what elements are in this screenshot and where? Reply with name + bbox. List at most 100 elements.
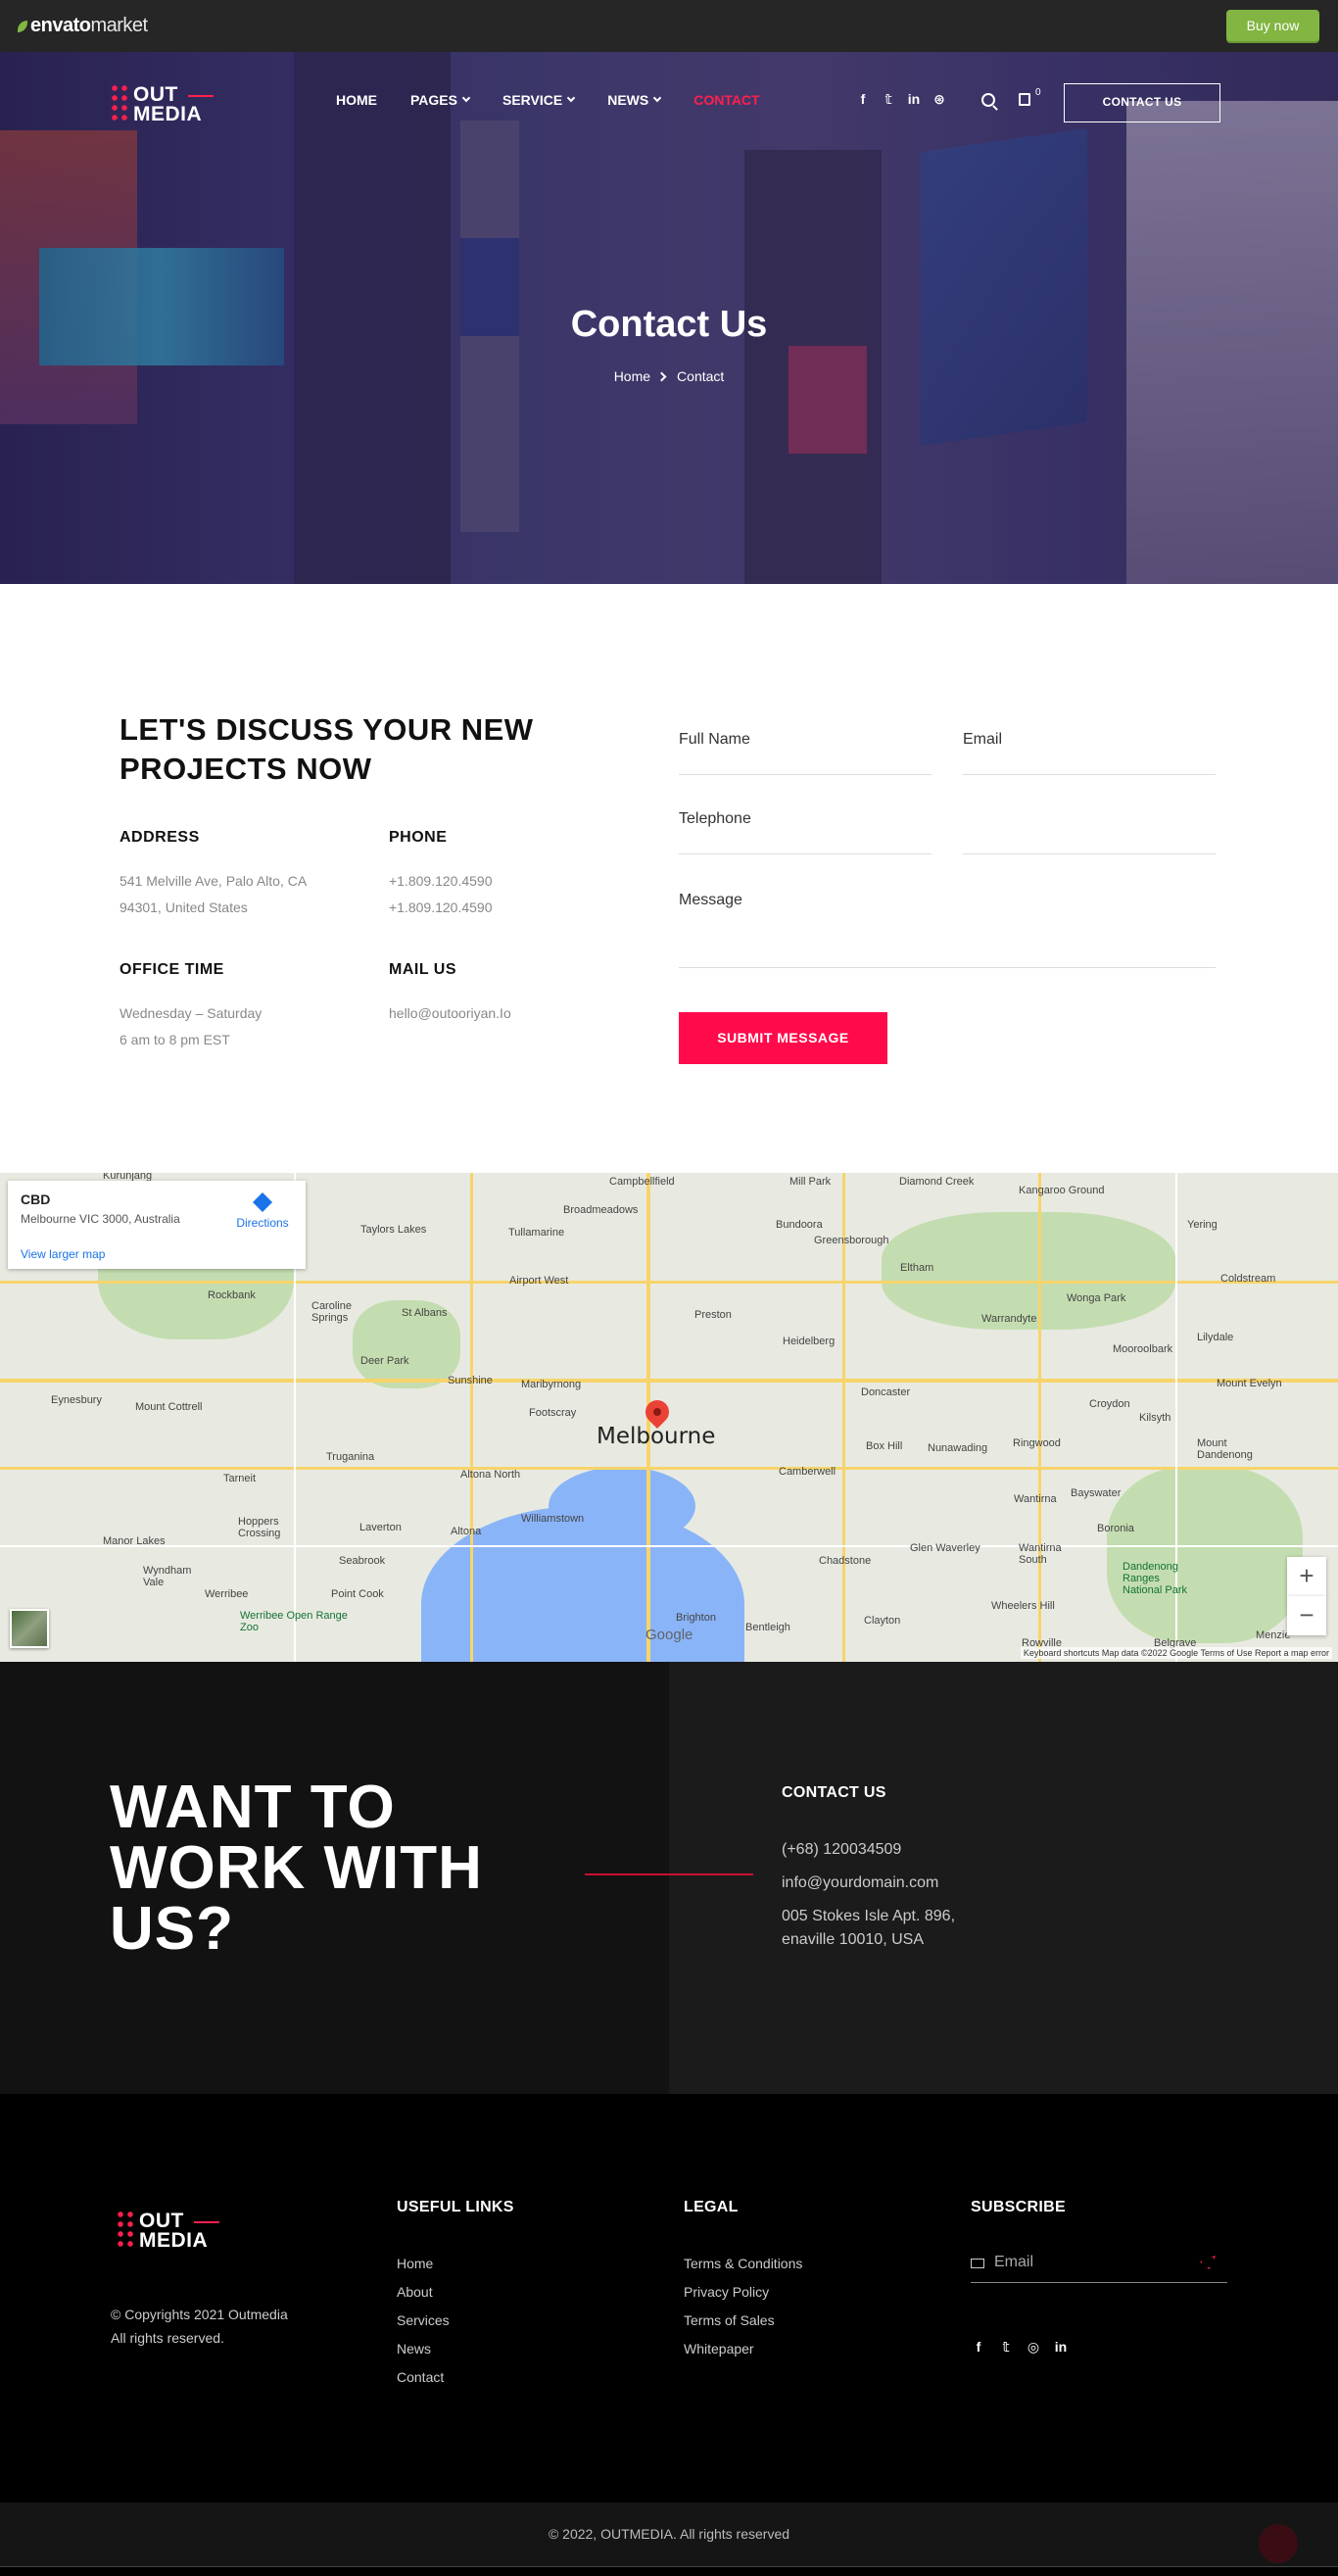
- map-label: Croydon: [1089, 1398, 1130, 1410]
- map-label: Broadmeadows: [563, 1204, 639, 1216]
- footer-link-home[interactable]: Home: [397, 2250, 514, 2278]
- footer-link-terms[interactable]: Terms & Conditions: [684, 2250, 802, 2278]
- footer: OUT MEDIA © Copyrights 2021 Outmedia All…: [0, 2094, 1338, 2503]
- fullname-field[interactable]: Full Name: [679, 731, 932, 775]
- nav-service[interactable]: SERVICE: [502, 92, 576, 108]
- map-label: Mount Evelyn: [1217, 1378, 1282, 1389]
- google-logo: Google: [645, 1627, 693, 1643]
- copyright-line1: © Copyrights 2021 Outmedia: [111, 2307, 288, 2322]
- map-attribution[interactable]: Keyboard shortcuts Map data ©2022 Google…: [1020, 1647, 1332, 1659]
- scroll-top-button[interactable]: [1259, 2524, 1298, 2563]
- breadcrumb: Home Contact: [0, 368, 1338, 384]
- map-label: Hoppers Crossing: [238, 1516, 281, 1539]
- facebook-icon[interactable]: f: [855, 91, 871, 108]
- telephone-field[interactable]: Telephone: [679, 810, 932, 854]
- breadcrumb-current: Contact: [677, 368, 725, 384]
- cta-email[interactable]: info@yourdomain.com: [782, 1871, 938, 1895]
- cta-contact-title: CONTACT US: [782, 1784, 886, 1801]
- nav-label: CONTACT: [693, 92, 760, 108]
- nav-home[interactable]: HOME: [336, 92, 377, 108]
- linkedin-icon[interactable]: in: [906, 91, 922, 108]
- subscribe-title: SUBSCRIBE: [971, 2199, 1066, 2215]
- map-label: Lilydale: [1197, 1332, 1234, 1343]
- office-block: OFFICE TIME Wednesday – Saturday 6 am to…: [119, 961, 355, 1053]
- map-road: [0, 1379, 1338, 1383]
- submit-button[interactable]: SUBMIT MESSAGE: [679, 1012, 887, 1064]
- address-title: ADDRESS: [119, 829, 200, 846]
- facebook-icon[interactable]: f: [971, 2339, 986, 2356]
- address-line2: 94301, United States: [119, 899, 248, 915]
- footer-link-news[interactable]: News: [397, 2335, 514, 2363]
- map-label: Diamond Creek: [899, 1176, 975, 1188]
- subscribe-block: SUBSCRIBE: [971, 2199, 1066, 2250]
- nav-contact[interactable]: CONTACT: [693, 92, 759, 108]
- cta-phone[interactable]: (+68) 120034509: [782, 1838, 901, 1862]
- satellite-toggle[interactable]: [10, 1609, 49, 1648]
- map-label: Kangaroo Ground: [1019, 1185, 1105, 1196]
- map-road: [0, 1545, 1338, 1547]
- logo-line2: MEDIA: [133, 103, 203, 125]
- map-road: [0, 1467, 1338, 1470]
- envato-logo[interactable]: envatomarket: [18, 15, 148, 37]
- nav-pages[interactable]: PAGES: [410, 92, 471, 108]
- place-address: Melbourne VIC 3000, Australia: [21, 1212, 180, 1226]
- footer-link-sales[interactable]: Terms of Sales: [684, 2307, 802, 2335]
- dribbble-icon[interactable]: ⊛: [932, 91, 947, 108]
- subscribe-email-input[interactable]: Email: [971, 2252, 1227, 2283]
- phone-line1: +1.809.120.4590: [389, 873, 493, 889]
- view-larger-map-link[interactable]: View larger map: [21, 1247, 105, 1261]
- map-label: Nunawading: [928, 1442, 988, 1454]
- office-line2: 6 am to 8 pm EST: [119, 1032, 230, 1047]
- logo-line1: OUT: [139, 2210, 184, 2232]
- map-label: Altona North: [460, 1469, 521, 1481]
- map-label: Yering: [1187, 1219, 1218, 1231]
- extra-field[interactable]: [963, 810, 1216, 854]
- nav-label: PAGES: [410, 92, 457, 108]
- map-label: Ringwood: [1013, 1437, 1061, 1449]
- map-label: Footscray: [529, 1407, 577, 1419]
- useful-links: USEFUL LINKS Home About Services News Co…: [397, 2199, 514, 2392]
- twitter-icon[interactable]: 𝕥: [998, 2339, 1014, 2356]
- cart-icon[interactable]: [1019, 93, 1030, 106]
- twitter-icon[interactable]: 𝕥: [881, 91, 896, 108]
- address-block: ADDRESS 541 Melville Ave, Palo Alto, CA …: [119, 829, 355, 921]
- cta-divider: [585, 1873, 753, 1875]
- contact-us-button[interactable]: CONTACT US: [1064, 83, 1220, 122]
- footer-link-about[interactable]: About: [397, 2278, 514, 2307]
- breadcrumb-home[interactable]: Home: [614, 368, 650, 384]
- footer-link-services[interactable]: Services: [397, 2307, 514, 2335]
- footer-link-whitepaper[interactable]: Whitepaper: [684, 2335, 802, 2363]
- mail-title: MAIL US: [389, 961, 456, 978]
- zoom-in-button[interactable]: +: [1287, 1557, 1326, 1596]
- nav-news[interactable]: NEWS: [607, 92, 662, 108]
- site-logo[interactable]: OUT MEDIA: [110, 81, 217, 126]
- envelope-icon: [971, 2259, 984, 2268]
- map[interactable]: Kurunjang Campbellfield Mill Park Diamon…: [0, 1173, 1338, 1662]
- cta-address-line2: enaville 10010, USA: [782, 1931, 924, 1948]
- map-label: Mount Dandenong: [1197, 1437, 1253, 1461]
- cta-section: WANT TO WORK WITH US? CONTACT US (+68) 1…: [0, 1662, 1338, 2094]
- instagram-icon[interactable]: ◎: [1026, 2339, 1041, 2356]
- footer-link-privacy[interactable]: Privacy Policy: [684, 2278, 802, 2307]
- linkedin-icon[interactable]: in: [1053, 2339, 1069, 2356]
- map-label: Campbellfield: [609, 1176, 675, 1188]
- map-label: Sunshine: [448, 1375, 493, 1386]
- map-label: Williamstown: [521, 1513, 585, 1525]
- address-line1: 541 Melville Ave, Palo Alto, CA: [119, 873, 308, 889]
- search-icon[interactable]: [981, 93, 995, 107]
- zoom-out-button[interactable]: −: [1287, 1596, 1326, 1635]
- contact-heading: LET'S DISCUSS YOUR NEW PROJECTS NOW: [119, 712, 534, 786]
- directions-button[interactable]: Directions: [233, 1192, 292, 1230]
- map-label: Laverton: [359, 1522, 402, 1533]
- footer-logo[interactable]: OUT MEDIA: [116, 2208, 223, 2253]
- message-field[interactable]: Message: [679, 892, 1216, 968]
- page-title: Contact Us: [570, 304, 768, 345]
- footer-link-contact[interactable]: Contact: [397, 2363, 514, 2392]
- buy-now-button[interactable]: Buy now: [1226, 10, 1319, 41]
- cart-count: 0: [1035, 87, 1041, 98]
- header-social: f 𝕥 in ⊛: [855, 91, 947, 108]
- send-icon[interactable]: [1200, 2256, 1216, 2269]
- copyright-line2: All rights reserved.: [111, 2330, 224, 2346]
- email-field[interactable]: Email: [963, 731, 1216, 775]
- nav-label: HOME: [336, 92, 377, 108]
